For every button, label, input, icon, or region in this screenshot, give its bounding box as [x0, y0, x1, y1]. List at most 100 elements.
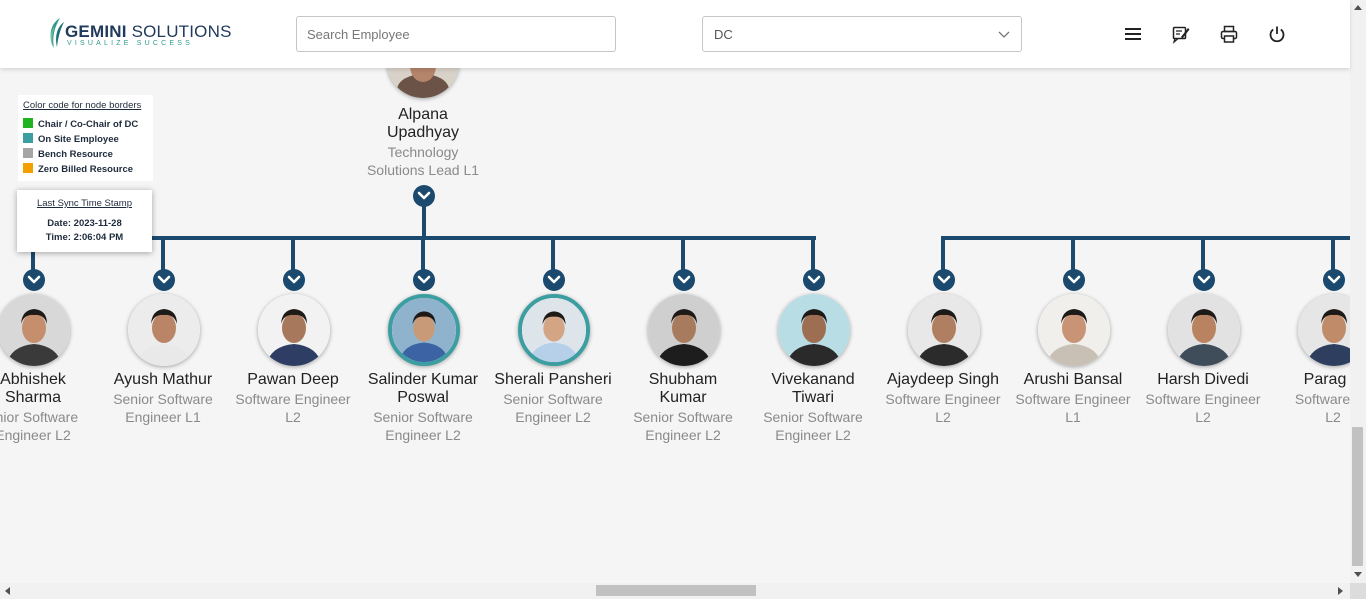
employee-photo[interactable] [388, 294, 460, 366]
employee-photo[interactable] [258, 294, 330, 366]
child-expand-toggle[interactable] [1063, 269, 1085, 291]
legend-label: Zero Billed Resource [38, 164, 134, 175]
legend-label: On Site Employee [38, 134, 119, 145]
employee-node[interactable]: Ayush Mathur Senior Software Engineer L1 [98, 371, 228, 426]
child-expand-toggle[interactable] [803, 269, 825, 291]
child-expand-toggle[interactable] [673, 269, 695, 291]
child-expand-toggle[interactable] [543, 269, 565, 291]
scrollbar-corner [1350, 583, 1366, 599]
employee-name: Harsh Divedi [1157, 371, 1249, 388]
child-expand-toggle[interactable] [283, 269, 305, 291]
avatar-image [1038, 294, 1110, 366]
employee-title: Senior Software [113, 391, 213, 407]
legend-item: On Site Employee [23, 132, 153, 147]
org-chart: Alpana Upadhyay Technology Solutions Lea… [0, 68, 1350, 583]
employee-photo[interactable] [1298, 294, 1350, 366]
connector-line [551, 238, 555, 270]
connector-line [421, 238, 425, 270]
last-sync-panel: Last Sync Time Stamp Date: 2023-11-28 Ti… [17, 190, 152, 252]
avatar-image [1298, 294, 1350, 366]
connector-line [941, 238, 945, 270]
employee-photo[interactable] [1168, 294, 1240, 366]
employee-photo[interactable] [1038, 294, 1110, 366]
child-expand-toggle[interactable] [153, 269, 175, 291]
employee-name: Parag D [1303, 371, 1350, 388]
employee-name: Arushi Bansal [1023, 371, 1123, 388]
legend-label: Bench Resource [38, 149, 113, 160]
child-expand-toggle[interactable] [933, 269, 955, 291]
print-icon[interactable] [1219, 24, 1239, 44]
employee-node[interactable]: Ajaydeep Singh Software Engineer L2 [878, 371, 1008, 426]
child-expand-toggle[interactable] [1193, 269, 1215, 291]
employee-node[interactable]: Salinder Kumar Poswal Senior Software Engin… [358, 371, 488, 444]
employee-title: Senior Software [373, 409, 473, 425]
chevron-down-icon [998, 31, 1010, 38]
employee-title: L1 [1065, 409, 1081, 425]
avatar-image [522, 298, 586, 362]
child-expand-toggle[interactable] [413, 269, 435, 291]
employee-title: Engineer L2 [645, 427, 721, 443]
employee-node[interactable]: Arushi Bansal Software Engineer L1 [1008, 371, 1138, 426]
employee-photo[interactable] [778, 294, 850, 366]
employee-title: Engineer L2 [775, 427, 851, 443]
employee-node[interactable]: Parag D Software En L2 [1268, 371, 1350, 426]
gemini-solutions-logo[interactable]: GEMINI SOLUTIONS VISUALIZE SUCCESS [46, 16, 231, 52]
scroll-up-arrow-icon[interactable] [1354, 5, 1362, 10]
chevron-down-icon [287, 275, 301, 284]
vertical-scroll-thumb[interactable] [1352, 427, 1363, 566]
legend-item: Bench Resource [23, 147, 153, 162]
chevron-down-icon [677, 275, 691, 284]
legend-swatch [23, 132, 33, 143]
employee-title: Solutions Lead L1 [366, 162, 480, 178]
power-icon[interactable] [1267, 24, 1287, 44]
employee-photo[interactable] [0, 294, 70, 366]
search-employee-input[interactable] [296, 16, 616, 52]
employee-title: L2 [285, 409, 301, 425]
parent-employee-node[interactable]: Alpana Upadhyay Technology Solutions Lea… [358, 106, 488, 179]
employee-photo[interactable] [908, 294, 980, 366]
legend-swatch [23, 147, 33, 158]
avatar-image [258, 294, 330, 366]
parent-expand-toggle[interactable] [413, 185, 435, 207]
child-expand-toggle[interactable] [23, 269, 45, 291]
dc-select[interactable]: DC [702, 16, 1022, 52]
avatar-image [778, 294, 850, 366]
employee-title: L2 [1195, 409, 1211, 425]
connector-line [1331, 238, 1335, 270]
employee-node[interactable]: Sherali Pansheri Senior Software Engineer … [488, 371, 618, 426]
top-header: GEMINI SOLUTIONS VISUALIZE SUCCESS DC [0, 0, 1350, 68]
menu-icon[interactable] [1123, 24, 1143, 44]
scroll-left-arrow-icon[interactable] [5, 587, 10, 595]
employee-node[interactable]: AbhishekSharma enior Software Engineer L2 [0, 371, 98, 444]
employee-name: Shubham [648, 371, 718, 388]
employee-node[interactable]: Pawan Deep Software Engineer L2 [228, 371, 358, 426]
chevron-down-icon [547, 275, 561, 284]
employee-photo[interactable] [648, 294, 720, 366]
sync-title: Last Sync Time Stamp [36, 198, 133, 209]
child-expand-toggle[interactable] [1323, 269, 1345, 291]
chevron-down-icon [807, 275, 821, 284]
avatar-image [1168, 294, 1240, 366]
feedback-edit-icon[interactable] [1171, 24, 1191, 44]
employee-name: Poswal [397, 389, 449, 406]
employee-title: Software Engineer [1015, 391, 1131, 407]
horizontal-scroll-thumb[interactable] [596, 585, 756, 596]
legend-swatch [23, 162, 33, 173]
employee-node[interactable]: Vivekanand Tiwari Senior Software Engineer … [748, 371, 878, 444]
employee-title: L2 [1325, 409, 1341, 425]
employee-title: Technology [387, 144, 459, 160]
legend-item: Chair / Co-Chair of DC [23, 117, 153, 132]
connector-line [811, 238, 815, 270]
scroll-right-arrow-icon[interactable] [1338, 587, 1343, 595]
employee-title: enior Software [0, 409, 79, 425]
scroll-down-arrow-icon[interactable] [1354, 572, 1362, 577]
employee-node[interactable]: Shubham Kumar Senior Software Engineer L2 [618, 371, 748, 444]
employee-photo[interactable] [128, 294, 200, 366]
logo-wordmark: GEMINI SOLUTIONS [65, 22, 232, 41]
employee-photo[interactable] [518, 294, 590, 366]
employee-node[interactable]: Harsh Divedi Software Engineer L2 [1138, 371, 1268, 426]
parent-employee-photo[interactable] [387, 68, 459, 98]
employee-title: Senior Software [763, 409, 863, 425]
legend-label: Chair / Co-Chair of DC [38, 119, 139, 130]
legend-item: Zero Billed Resource [23, 162, 153, 177]
